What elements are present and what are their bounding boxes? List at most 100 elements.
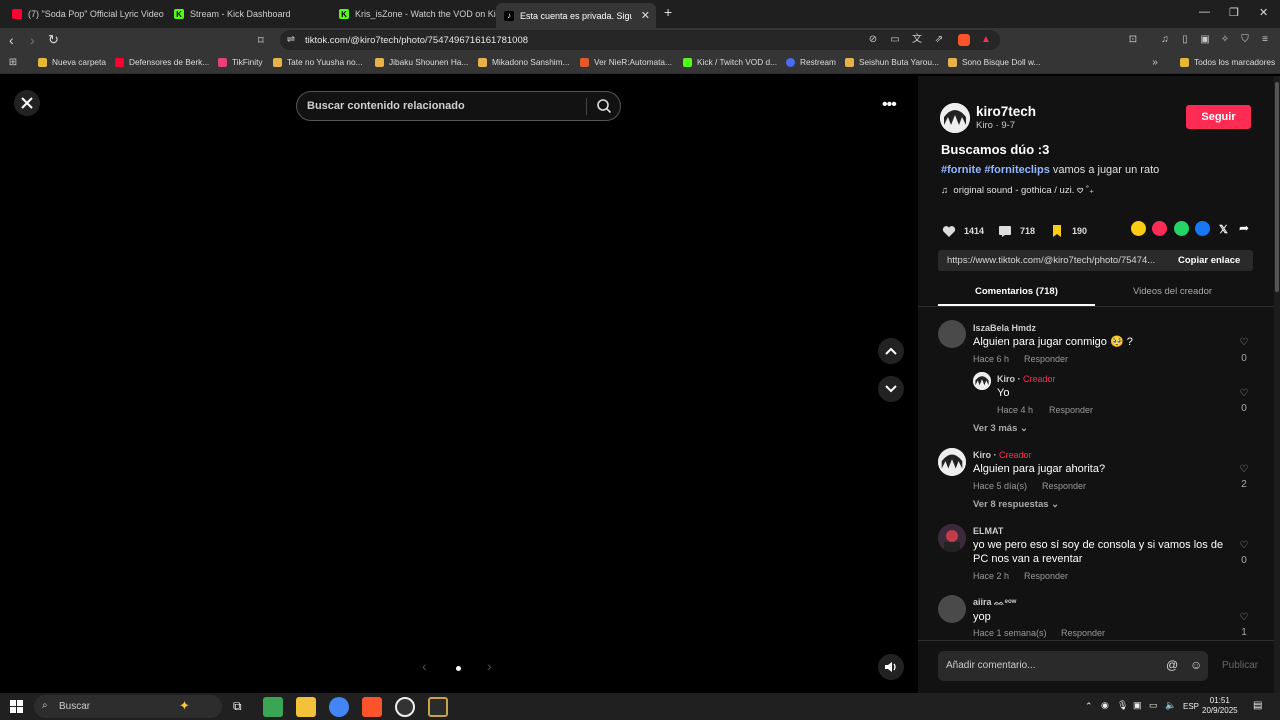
- tray-chevron-icon[interactable]: ⌃: [1085, 701, 1093, 712]
- prev-photo-icon[interactable]: ‹: [422, 658, 427, 674]
- bookmark-item[interactable]: Mikadono Sanshim...: [478, 57, 569, 67]
- tray-app-icon[interactable]: ◉: [1101, 700, 1109, 711]
- like-comment-icon[interactable]: ♡: [1237, 540, 1251, 551]
- avatar[interactable]: [938, 524, 966, 552]
- scrollbar-thumb[interactable]: [1275, 82, 1279, 292]
- follow-button[interactable]: Seguir: [1186, 105, 1251, 129]
- volume-button[interactable]: [878, 654, 904, 680]
- previous-post-button[interactable]: [878, 338, 904, 364]
- save-stat[interactable]: 190: [1048, 222, 1087, 240]
- tab-kick-vod[interactable]: K Kris_isZone - Watch the VOD on Kick: [331, 3, 496, 25]
- tab-youtube[interactable]: (7) "Soda Pop" Official Lyric Video | K: [4, 3, 164, 25]
- whatsapp-icon[interactable]: [1174, 221, 1189, 236]
- comment-stat[interactable]: 718: [996, 222, 1035, 240]
- comment-author[interactable]: ELMAT: [973, 526, 1003, 536]
- search-icon[interactable]: [596, 98, 612, 114]
- more-bookmarks-icon[interactable]: »: [1149, 57, 1161, 69]
- reply-button[interactable]: Responder: [1024, 571, 1068, 581]
- view-more-replies[interactable]: Ver 3 más ⌄: [973, 423, 1028, 434]
- more-options-icon[interactable]: •••: [882, 96, 897, 114]
- tray-display-icon[interactable]: ▣: [1133, 700, 1142, 711]
- mention-icon[interactable]: @: [1166, 658, 1178, 672]
- emoji-icon[interactable]: ☺: [1190, 658, 1202, 672]
- bookmark-item[interactable]: Nueva carpeta: [38, 57, 106, 67]
- menu-icon[interactable]: ≡: [1259, 34, 1271, 46]
- all-bookmarks[interactable]: Todos los marcadores: [1180, 57, 1275, 67]
- bookmark-item[interactable]: Defensores de Berk...: [115, 57, 209, 67]
- tab-tiktok[interactable]: ♪ Esta cuenta es privada. Sigue ✕: [496, 3, 656, 28]
- minimize-icon[interactable]: —: [1199, 6, 1210, 18]
- reload-icon[interactable]: ↻: [48, 32, 59, 48]
- comment-author[interactable]: Kiro · Creador: [997, 374, 1056, 384]
- copy-link-button[interactable]: Copiar enlace: [1178, 255, 1240, 266]
- publish-button[interactable]: Publicar: [1222, 660, 1258, 671]
- tracking-icon[interactable]: ⊘: [867, 34, 879, 46]
- avatar[interactable]: [940, 103, 970, 133]
- comment-author[interactable]: IszaBela Hmdz: [973, 323, 1036, 333]
- chrome-icon[interactable]: [329, 697, 349, 717]
- android-app-icon[interactable]: [263, 697, 283, 717]
- more-share-icon[interactable]: ➦: [1239, 221, 1249, 235]
- avatar[interactable]: [973, 372, 991, 390]
- task-view-icon[interactable]: ⧉: [233, 699, 242, 714]
- like-comment-icon[interactable]: ♡: [1237, 337, 1251, 348]
- microphone-icon[interactable]: 🎙: [1117, 700, 1128, 711]
- url-text[interactable]: tiktok.com/@kiro7tech/photo/754749671616…: [305, 35, 528, 46]
- view-more-replies[interactable]: Ver 8 respuestas ⌄: [973, 499, 1059, 510]
- site-info-icon[interactable]: ⇌: [285, 34, 297, 46]
- bookmark-item[interactable]: Kick / Twitch VOD d...: [683, 57, 777, 67]
- x-twitter-icon[interactable]: 𝕏: [1219, 223, 1228, 236]
- game-app-icon[interactable]: [428, 697, 448, 717]
- music-row[interactable]: ♫ original sound - gothica / uzi. 𖹭 ˚₊: [941, 183, 1094, 196]
- bookmark-item[interactable]: Tate no Yuusha no...: [273, 57, 363, 67]
- next-post-button[interactable]: [878, 376, 904, 402]
- tab-comments[interactable]: Comentarios (718): [975, 286, 1058, 297]
- forward-icon[interactable]: ›: [30, 32, 35, 48]
- bookmark-item[interactable]: Ver NieR:Automata...: [580, 57, 672, 67]
- post-link[interactable]: https://www.tiktok.com/@kiro7tech/photo/…: [947, 255, 1155, 266]
- like-stat[interactable]: 1414: [940, 222, 984, 240]
- translate-icon[interactable]: 文: [911, 34, 923, 46]
- hashtag-link[interactable]: #forniteclips: [984, 164, 1049, 176]
- comment-author[interactable]: aiira ᨐᵉᵒʷ: [973, 597, 1016, 608]
- reply-button[interactable]: Responder: [1042, 481, 1086, 491]
- brave-icon[interactable]: [362, 697, 382, 717]
- avatar[interactable]: [938, 320, 966, 348]
- windows-start-icon[interactable]: [10, 700, 23, 713]
- reply-button[interactable]: Responder: [1061, 628, 1105, 638]
- bookmark-icon[interactable]: ⌑: [258, 33, 264, 49]
- avatar[interactable]: [938, 595, 966, 623]
- bookmark-item[interactable]: TikFinity: [218, 57, 263, 67]
- wallet-icon[interactable]: ▣: [1199, 34, 1211, 46]
- taskbar-search[interactable]: ⌕ Buscar ✦: [34, 695, 222, 718]
- bookmark-item[interactable]: Seishun Buta Yarou...: [845, 57, 939, 67]
- close-tab-icon[interactable]: ✕: [641, 9, 650, 22]
- back-icon[interactable]: ‹: [9, 32, 14, 48]
- comment-input[interactable]: Añadir comentario... @ ☺: [938, 651, 1208, 681]
- bookmark-item[interactable]: Jibaku Shounen Ha...: [375, 57, 468, 67]
- file-explorer-icon[interactable]: [296, 697, 316, 717]
- tab-kick-dashboard[interactable]: K Stream - Kick Dashboard: [166, 3, 331, 25]
- reply-button[interactable]: Responder: [1049, 405, 1093, 415]
- notifications-icon[interactable]: ▤: [1253, 700, 1262, 711]
- media-icon[interactable]: ♫: [1159, 34, 1171, 46]
- apps-grid-icon[interactable]: ⊞: [7, 57, 19, 69]
- close-viewer-button[interactable]: [14, 90, 40, 116]
- vpn-icon[interactable]: ⛉: [1239, 34, 1251, 46]
- avatar[interactable]: [938, 448, 966, 476]
- new-tab-button[interactable]: +: [664, 4, 672, 20]
- clock[interactable]: 01:51 20/9/2025: [1202, 696, 1238, 716]
- obs-icon[interactable]: [395, 697, 415, 717]
- username[interactable]: kiro7tech: [976, 104, 1036, 119]
- bookmark-item[interactable]: Restream: [786, 57, 836, 67]
- tab-creator-videos[interactable]: Videos del creador: [1133, 286, 1212, 297]
- like-comment-icon[interactable]: ♡: [1237, 464, 1251, 475]
- cast-icon[interactable]: ▭: [889, 34, 901, 46]
- restore-icon[interactable]: ❐: [1229, 6, 1239, 19]
- volume-icon[interactable]: 🔈: [1165, 700, 1176, 711]
- like-comment-icon[interactable]: ♡: [1237, 388, 1251, 399]
- reply-button[interactable]: Responder: [1024, 354, 1068, 364]
- close-window-icon[interactable]: ✕: [1259, 6, 1268, 19]
- share-page-icon[interactable]: ⇗: [933, 34, 945, 46]
- hashtag-link[interactable]: #fornite: [941, 164, 981, 176]
